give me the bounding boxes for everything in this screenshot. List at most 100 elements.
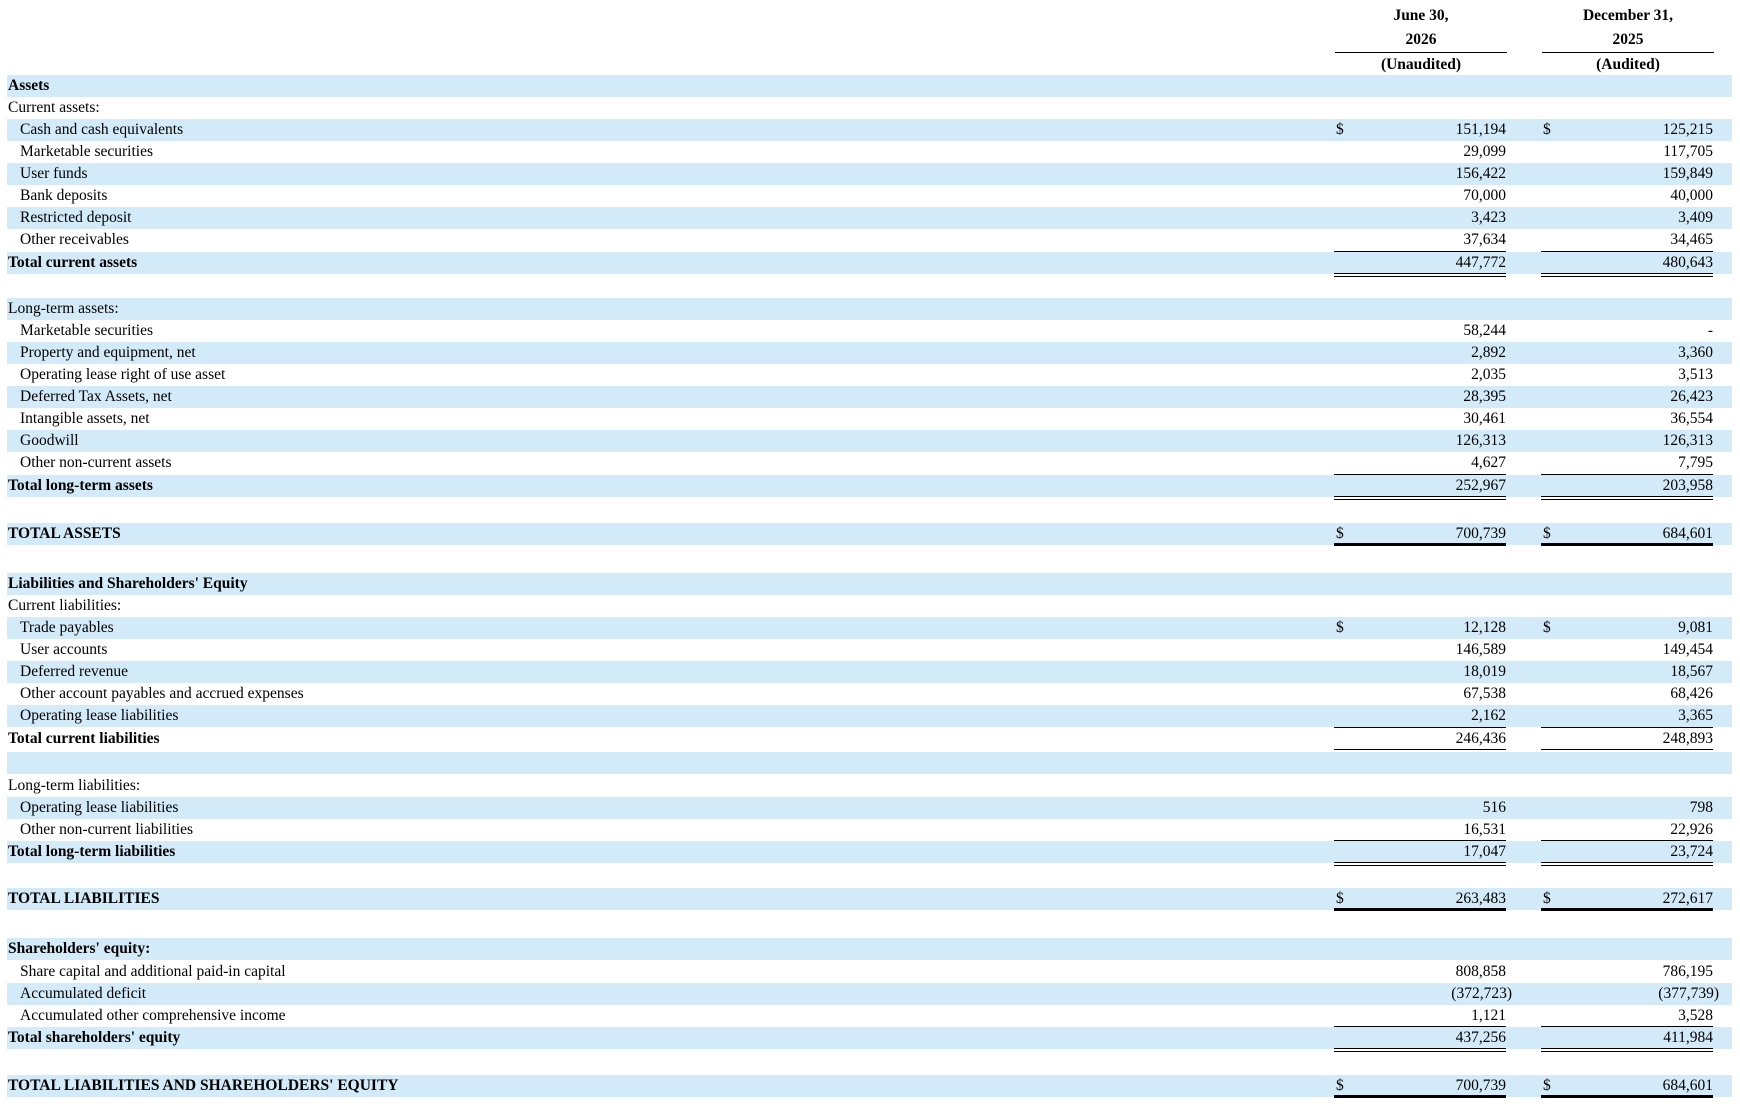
table-row: Other receivables 37,634 34,465 [7,229,1732,251]
row-label: Total long-term assets [8,477,153,494]
spacer-row [7,500,1732,522]
value-june-2026: 37,634 [1463,231,1506,248]
column-header-december-2025: December 31, 2025 (Audited) [1542,4,1714,77]
value-december-2025: 411,984 [1663,1029,1713,1046]
spacer-row [7,752,1732,774]
table-row: Deferred Tax Assets, net 28,395 26,423 [7,386,1732,408]
value-june-2026: 437,256 [1455,1029,1506,1046]
grand-total-rule [1541,543,1713,546]
value-june-2026: 126,313 [1455,432,1506,449]
row-label: Deferred Tax Assets, net [20,388,172,405]
row-label: User accounts [20,641,108,658]
table-row: Current assets: [7,97,1732,119]
value-june-2026: 16,531 [1463,821,1506,838]
value-june-2026: 151,194 [1455,121,1506,138]
value-june-2026: 1,121 [1471,1007,1506,1024]
value-december-2025: 272,617 [1662,890,1713,907]
subtotal-rule [1334,474,1506,475]
table-row: Other non-current liabilities 16,531 22,92… [7,819,1732,841]
table-row: Cash and cash equivalents $151,194 $125,21… [7,119,1732,141]
value-december-2025: 3,513 [1678,366,1713,383]
value-december-2025: 3,360 [1678,344,1713,361]
value-december-2025: 480,643 [1662,254,1713,271]
column-header-line: (Audited) [1596,56,1660,73]
value-december-2025: 684,601 [1662,1077,1713,1094]
row-label: Other non-current assets [20,454,172,471]
row-label: Other receivables [20,231,129,248]
table-row: Total current assets 447,772 480,643 [7,251,1732,277]
subtotal-rule [1541,1026,1713,1027]
table-row: Deferred revenue 18,019 18,567 [7,661,1732,683]
row-label: Assets [8,77,50,94]
value-june-2026: 516 [1482,799,1506,816]
balance-sheet: June 30, 2026 (Unaudited) December 31, 2… [0,0,1740,1116]
row-label: Goodwill [20,432,79,449]
table-row: Marketable securities 58,244 - [7,320,1732,342]
currency-symbol: $ [1543,1077,1551,1094]
value-december-2025: 68,426 [1670,685,1713,702]
currency-symbol: $ [1336,121,1344,138]
value-june-2026: 70,000 [1463,187,1506,204]
value-june-2026: 12,128 [1463,619,1506,636]
row-label: User funds [20,165,88,182]
value-december-2025: 798 [1689,799,1713,816]
subtotal-rule [1541,251,1713,252]
subtotal-rule [1334,840,1506,841]
value-december-2025: 7,795 [1678,454,1713,471]
table-row: User accounts 146,589 149,454 [7,639,1732,661]
value-december-2025: 23,724 [1670,843,1713,860]
spacer-row [7,911,1732,933]
value-december-2025: 40,000 [1670,187,1713,204]
table-row: TOTAL LIABILITIES $263,483 $272,617 [7,888,1732,911]
currency-symbol: $ [1543,890,1551,907]
row-label: Operating lease liabilities [20,707,179,724]
row-label: Total long-term liabilities [8,843,176,860]
value-june-2026: 146,589 [1455,641,1506,658]
value-december-2025: 3,528 [1678,1007,1713,1024]
table-row: Operating lease liabilities 516 798 [7,797,1732,819]
row-label: Deferred revenue [20,663,128,680]
row-label: Other account payables and accrued expen… [20,685,304,702]
value-december-2025: 203,958 [1662,477,1713,494]
subtotal-rule [1334,727,1506,728]
value-june-2026: 2,035 [1471,366,1506,383]
table-row: Operating lease liabilities 2,162 3,365 [7,705,1732,727]
column-header-line: 2025 [1542,28,1714,53]
row-label: Current liabilities: [8,597,122,614]
table-row: Property and equipment, net 2,892 3,360 [7,342,1732,364]
row-label: Total current assets [8,254,138,271]
column-header-june-2026: June 30, 2026 (Unaudited) [1335,4,1507,77]
value-june-2026: (372,723) [1451,985,1512,1002]
value-december-2025: - [1707,322,1713,339]
table-row: TOTAL LIABILITIES AND SHAREHOLDERS' EQUI… [7,1075,1732,1098]
table-row: Marketable securities 29,099 117,705 [7,141,1732,163]
currency-symbol: $ [1543,121,1551,138]
value-june-2026: 246,436 [1455,730,1506,747]
table-row: Shareholders' equity: [7,938,1732,960]
row-label: Current assets: [8,99,100,116]
value-december-2025: 9,081 [1678,619,1713,636]
value-december-2025: 3,409 [1678,209,1713,226]
currency-symbol: $ [1543,525,1551,542]
value-june-2026: 29,099 [1463,143,1506,160]
row-label: Intangible assets, net [20,410,150,427]
value-june-2026: 3,423 [1471,209,1506,226]
value-june-2026: 156,422 [1455,165,1506,182]
value-june-2026: 58,244 [1463,322,1506,339]
subtotal-rule [1541,840,1713,841]
table-row: Long-term assets: [7,298,1732,320]
row-label: Restricted deposit [20,209,132,226]
row-label: Accumulated deficit [20,985,147,1002]
grand-total-rule [1541,1095,1713,1098]
value-june-2026: 700,739 [1455,1077,1506,1094]
spacer-row [7,1050,1732,1072]
value-december-2025: 36,554 [1670,410,1713,427]
table-row: Total long-term assets 252,967 203,958 [7,474,1732,500]
column-header-line: June 30, [1393,7,1449,24]
table-row: Total current liabilities 246,436 248,893 [7,727,1732,753]
column-header-line: December 31, [1582,7,1674,24]
row-label: Property and equipment, net [20,344,196,361]
grand-total-rule [1334,543,1506,546]
table-row: Bank deposits 70,000 40,000 [7,185,1732,207]
spacer-row [7,550,1732,572]
